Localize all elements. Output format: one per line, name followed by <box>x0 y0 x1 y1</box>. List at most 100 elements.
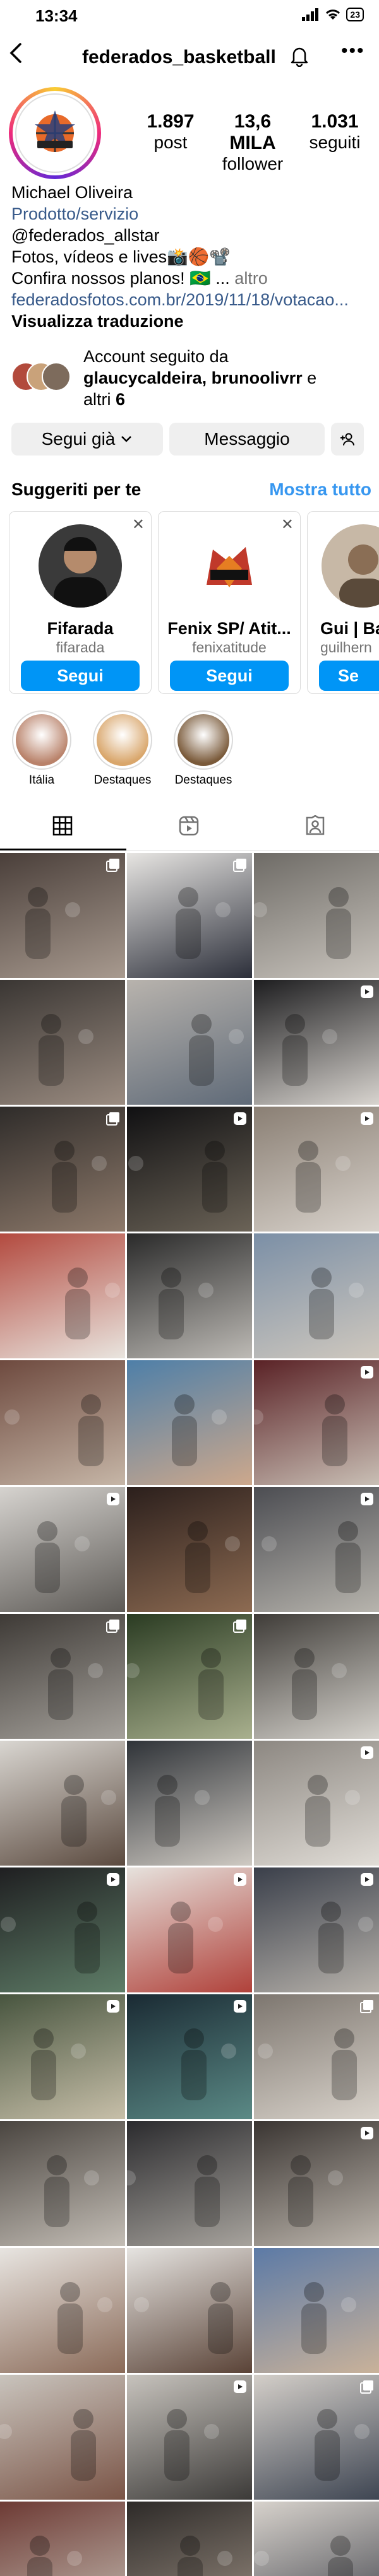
bio-line: Fotos, vídeos e lives📸🏀📽️ <box>11 247 231 266</box>
post-thumbnail[interactable] <box>127 1614 252 1739</box>
dismiss-suggestion-button[interactable]: ✕ <box>281 515 294 534</box>
post-thumbnail[interactable] <box>0 1233 125 1358</box>
profile-category[interactable]: Prodotto/servizio <box>11 203 371 225</box>
notifications-bell-button[interactable] <box>288 44 311 68</box>
post-thumbnail[interactable] <box>0 1741 125 1866</box>
post-thumbnail[interactable] <box>254 1614 379 1739</box>
avatar[interactable] <box>322 524 379 608</box>
bell-icon <box>291 47 308 68</box>
tab-reels[interactable] <box>178 815 200 837</box>
reel-icon <box>361 1112 373 1125</box>
avatar[interactable] <box>188 524 271 608</box>
see-all-suggestions-link[interactable]: Mostra tutto <box>269 479 371 500</box>
post-thumbnail[interactable] <box>127 2502 252 2576</box>
post-thumbnail[interactable] <box>254 1360 379 1485</box>
post-image <box>159 1267 214 1339</box>
avatar[interactable] <box>39 524 122 608</box>
post-thumbnail[interactable] <box>254 2375 379 2500</box>
profile-avatar-story-ring[interactable] <box>9 87 101 179</box>
post-thumbnail[interactable] <box>0 2375 125 2500</box>
post-thumbnail[interactable] <box>254 1233 379 1358</box>
chevron-down-icon <box>121 436 132 442</box>
tab-posts-grid[interactable] <box>52 815 73 837</box>
suggestion-card[interactable]: Gui | Ba guilhern Se <box>307 511 379 694</box>
post-thumbnail[interactable] <box>0 1487 125 1612</box>
post-image <box>39 1014 93 1086</box>
post-thumbnail[interactable] <box>254 2502 379 2576</box>
battery-indicator: 23 <box>346 8 364 21</box>
suggestion-name[interactable]: Gui | Ba <box>308 619 379 638</box>
post-thumbnail[interactable] <box>0 2502 125 2576</box>
post-thumbnail[interactable] <box>127 2375 252 2500</box>
suggestions-carousel[interactable]: ✕ Fifarada fifarada Segui ✕ Fenix SP/ At… <box>9 511 379 700</box>
content-tabs <box>0 806 379 850</box>
post-thumbnail[interactable] <box>0 980 125 1105</box>
post-thumbnail[interactable] <box>127 853 252 978</box>
post-thumbnail[interactable] <box>254 1107 379 1232</box>
post-image <box>57 2282 112 2354</box>
tab-tagged[interactable] <box>304 815 326 837</box>
active-tab-indicator <box>0 849 126 850</box>
status-bar: 13:34 23 <box>0 0 379 32</box>
highlight-label: Destaques <box>93 773 152 787</box>
post-thumbnail[interactable] <box>254 853 379 978</box>
stat-following[interactable]: 1.031 seguiti <box>297 111 373 174</box>
post-thumbnail[interactable] <box>127 1360 252 1485</box>
reels-icon <box>179 816 199 836</box>
post-thumbnail[interactable] <box>127 1487 252 1612</box>
post-thumbnail[interactable] <box>0 2121 125 2246</box>
post-thumbnail[interactable] <box>254 1741 379 1866</box>
highlight-item[interactable]: Destaques <box>171 710 236 787</box>
follow-button[interactable]: Segui <box>21 661 140 691</box>
suggestion-card[interactable]: ✕ Fifarada fifarada Segui <box>9 511 152 694</box>
post-thumbnail[interactable] <box>127 1741 252 1866</box>
stat-followers[interactable]: 13,6 MILA follower <box>215 111 291 174</box>
post-thumbnail[interactable] <box>254 1994 379 2119</box>
post-thumbnail[interactable] <box>254 1487 379 1612</box>
back-button[interactable] <box>6 42 32 67</box>
translate-bio-link[interactable]: Visualizza traduzione <box>11 310 371 332</box>
more-options-button[interactable]: ••• <box>341 40 365 62</box>
post-thumbnail[interactable] <box>0 853 125 978</box>
post-thumbnail[interactable] <box>127 980 252 1105</box>
post-thumbnail[interactable] <box>254 980 379 1105</box>
bio-line-with-more: Confira nossos planos! 🇧🇷 ... altro <box>11 268 371 289</box>
suggestion-handle: guilhern <box>320 639 372 656</box>
post-thumbnail[interactable] <box>0 1994 125 2119</box>
following-button[interactable]: Segui già <box>11 423 163 456</box>
post-thumbnail[interactable] <box>127 1867 252 1992</box>
post-thumbnail[interactable] <box>254 1867 379 1992</box>
post-image <box>189 1014 244 1086</box>
bio-more-link[interactable]: altro <box>234 269 268 288</box>
post-thumbnail[interactable] <box>254 2121 379 2246</box>
close-icon: ✕ <box>280 516 294 533</box>
stat-posts[interactable]: 1.897 post <box>133 111 208 174</box>
bio-mention-line[interactable]: @federados_allstar <box>11 225 371 246</box>
follow-button[interactable]: Segui <box>170 661 289 691</box>
suggestion-name[interactable]: Fifarada <box>9 619 151 638</box>
post-thumbnail[interactable] <box>127 2121 252 2246</box>
message-button[interactable]: Messaggio <box>169 423 325 456</box>
post-thumbnail[interactable] <box>0 1360 125 1485</box>
post-thumbnail[interactable] <box>0 1614 125 1739</box>
post-image <box>177 2536 232 2576</box>
post-thumbnail[interactable] <box>254 2248 379 2373</box>
post-thumbnail[interactable] <box>127 2248 252 2373</box>
highlight-item[interactable]: Destaques <box>90 710 155 787</box>
highlight-item[interactable]: Itália <box>9 710 75 787</box>
post-thumbnail[interactable] <box>0 1107 125 1232</box>
suggestion-card[interactable]: ✕ Fenix SP/ Atit... fenixatitude Segui <box>158 511 301 694</box>
post-thumbnail[interactable] <box>127 1233 252 1358</box>
suggestions-header: Suggeriti per te Mostra tutto <box>11 479 371 500</box>
suggest-people-button[interactable] <box>331 423 364 456</box>
post-thumbnail[interactable] <box>127 1107 252 1232</box>
follow-button[interactable]: Se <box>319 661 379 691</box>
post-thumbnail[interactable] <box>127 1994 252 2119</box>
bio-website-link[interactable]: federadosfotos.com.br/2019/11/18/votacao… <box>11 289 371 310</box>
post-image <box>4 1394 104 1466</box>
suggestion-name[interactable]: Fenix SP/ Atit... <box>159 619 300 638</box>
dismiss-suggestion-button[interactable]: ✕ <box>132 515 145 534</box>
highlight-label: Destaques <box>174 773 232 787</box>
post-thumbnail[interactable] <box>0 1867 125 1992</box>
post-thumbnail[interactable] <box>0 2248 125 2373</box>
